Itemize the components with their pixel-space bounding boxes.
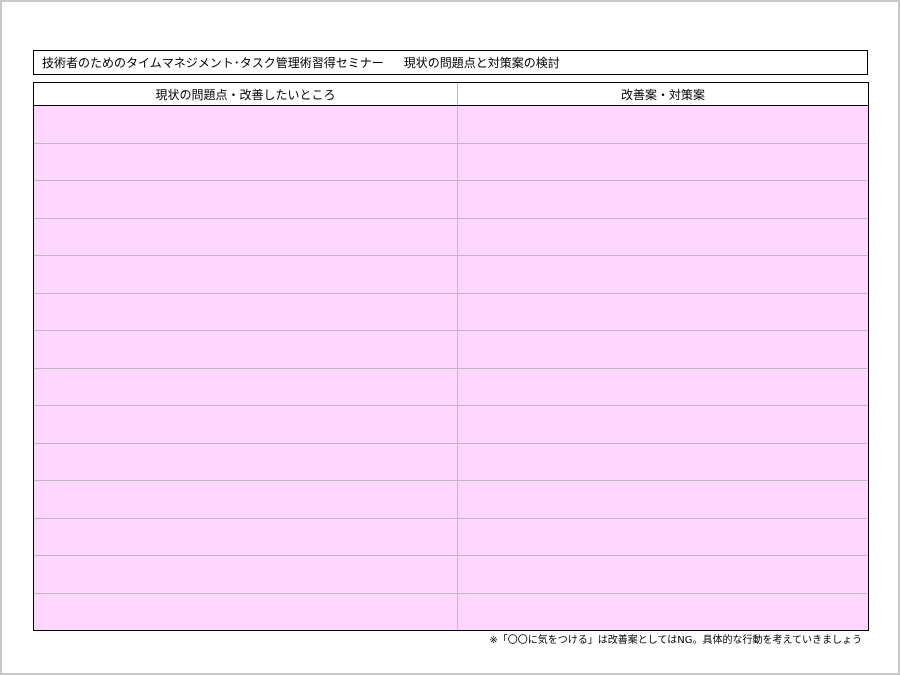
solution-cell[interactable] <box>458 519 868 556</box>
sheet-title: 現状の問題点と対策案の検討 <box>403 56 560 70</box>
problem-cell[interactable] <box>34 406 458 443</box>
table-row <box>34 368 868 406</box>
problem-cell[interactable] <box>34 181 458 218</box>
problem-cell[interactable] <box>34 143 458 180</box>
column-header-improvement-ideas: 改善案・対策案 <box>620 87 705 102</box>
problem-cell[interactable] <box>34 256 458 293</box>
table-body <box>34 106 868 630</box>
solution-cell[interactable] <box>458 481 868 518</box>
table-row <box>34 293 868 331</box>
solution-cell[interactable] <box>458 331 868 368</box>
worksheet-page: 技術者のためのタイムマネジメント･タスク管理術習得セミナー 現状の問題点と対策案… <box>0 0 900 675</box>
solution-cell[interactable] <box>458 181 868 218</box>
column-header-current-problems: 現状の問題点・改善したいところ <box>34 83 458 105</box>
table-row <box>34 443 868 481</box>
problem-solution-table: 現状の問題点・改善したいところ 改善案・対策案 <box>33 82 869 631</box>
solution-cell[interactable] <box>458 369 868 406</box>
worksheet-title-bar: 技術者のためのタイムマネジメント･タスク管理術習得セミナー 現状の問題点と対策案… <box>33 50 868 75</box>
table-row <box>34 106 868 144</box>
problem-cell[interactable] <box>34 293 458 330</box>
table-row <box>34 143 868 181</box>
table-row <box>34 518 868 556</box>
problem-cell[interactable] <box>34 218 458 255</box>
solution-cell[interactable] <box>458 106 868 143</box>
problem-cell[interactable] <box>34 331 458 368</box>
table-row <box>34 406 868 444</box>
table-row <box>34 256 868 294</box>
solution-cell[interactable] <box>458 294 868 331</box>
problem-cell[interactable] <box>34 556 458 593</box>
seminar-title: 技術者のためのタイムマネジメント･タスク管理術習得セミナー <box>42 56 384 70</box>
solution-cell[interactable] <box>458 444 868 481</box>
solution-cell[interactable] <box>458 594 868 631</box>
table-row <box>34 593 868 631</box>
table-row <box>34 218 868 256</box>
problem-cell[interactable] <box>34 106 458 143</box>
solution-cell[interactable] <box>458 406 868 443</box>
problem-cell[interactable] <box>34 368 458 405</box>
problem-cell[interactable] <box>34 481 458 518</box>
footnote: ※「〇〇に気をつける」は改善案としてはNG。具体的な行動を考えていきましょう <box>489 635 862 646</box>
table-header-row: 現状の問題点・改善したいところ 改善案・対策案 <box>34 83 868 106</box>
table-row <box>34 181 868 219</box>
solution-cell[interactable] <box>458 219 868 256</box>
solution-cell[interactable] <box>458 256 868 293</box>
table-row <box>34 331 868 369</box>
table-row <box>34 481 868 519</box>
solution-cell[interactable] <box>458 556 868 593</box>
problem-cell[interactable] <box>34 443 458 480</box>
problem-cell[interactable] <box>34 518 458 555</box>
solution-cell[interactable] <box>458 144 868 181</box>
table-row <box>34 556 868 594</box>
problem-cell[interactable] <box>34 593 458 630</box>
